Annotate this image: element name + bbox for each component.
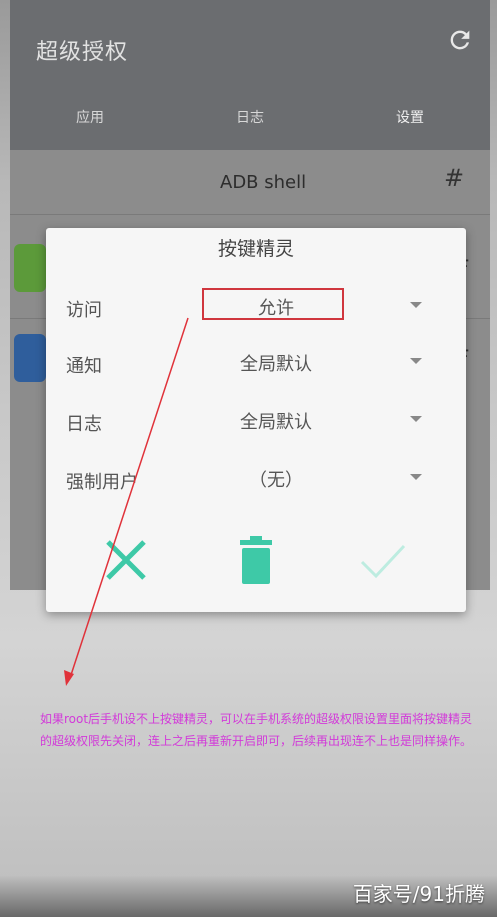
phone-screen: 超级授权 应用 日志 设置 ADB shell # # # 按键精灵 访问 允许…: [0, 0, 497, 917]
setting-row-notify[interactable]: 通知 全局默认: [46, 344, 466, 384]
setting-row-force-user[interactable]: 强制用户 （无）: [46, 460, 466, 500]
list-item-adb-shell[interactable]: ADB shell #: [10, 158, 490, 208]
tab-apps[interactable]: 应用: [10, 95, 170, 135]
refresh-icon[interactable]: [446, 26, 474, 54]
annotation-text: 如果root后手机设不上按键精灵，可以在手机系统的超级权限设置里面将按键精灵的超…: [40, 712, 473, 748]
tab-logs[interactable]: 日志: [170, 95, 330, 135]
setting-label: 日志: [66, 414, 102, 435]
setting-label: 通知: [66, 356, 102, 377]
trash-icon[interactable]: [232, 536, 280, 584]
list-item-label: ADB shell: [220, 172, 307, 193]
setting-value[interactable]: （无）: [196, 466, 356, 492]
watermark: 百家号/91折腾: [352, 882, 485, 906]
check-icon[interactable]: [358, 536, 406, 584]
setting-label: 强制用户: [66, 472, 138, 493]
setting-label: 访问: [66, 300, 102, 321]
setting-value[interactable]: 全局默认: [196, 350, 356, 376]
app-title: 超级授权: [36, 40, 129, 65]
permission-dialog: 按键精灵 访问 允许 通知 全局默认 日志 全局默认 强制用户 （无）: [46, 228, 466, 612]
highlight-box: [202, 288, 344, 320]
close-icon[interactable]: [102, 536, 150, 584]
chevron-down-icon[interactable]: [410, 474, 422, 480]
setting-value[interactable]: 全局默认: [196, 408, 356, 434]
tab-bar: 应用 日志 设置: [10, 95, 490, 135]
dialog-title: 按键精灵: [217, 238, 294, 260]
dialog-actions: [46, 528, 466, 588]
app-icon: [14, 244, 46, 292]
chevron-down-icon[interactable]: [410, 416, 422, 422]
divider: [10, 214, 490, 215]
app-icon: [14, 334, 46, 382]
app-bar: 超级授权 应用 日志 设置: [10, 0, 490, 150]
chevron-down-icon[interactable]: [410, 358, 422, 364]
hash-icon: #: [444, 164, 465, 192]
tab-settings[interactable]: 设置: [330, 95, 490, 135]
chevron-down-icon[interactable]: [410, 302, 422, 308]
setting-row-log[interactable]: 日志 全局默认: [46, 402, 466, 442]
